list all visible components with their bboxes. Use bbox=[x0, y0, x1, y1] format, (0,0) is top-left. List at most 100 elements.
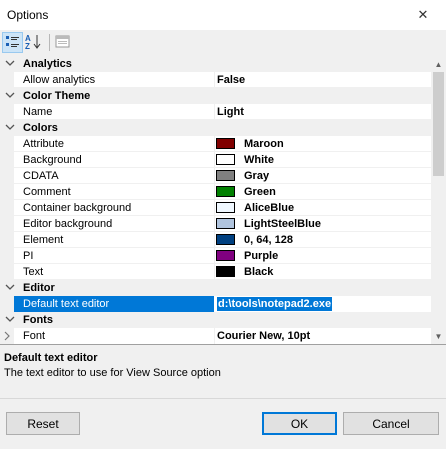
chevron-down-icon[interactable] bbox=[5, 89, 15, 101]
property-grid[interactable]: Analytics Allow analytics False Color Th… bbox=[0, 56, 431, 344]
property-row-comment[interactable]: Comment Green bbox=[0, 184, 431, 200]
category-fonts[interactable]: Fonts bbox=[0, 312, 431, 328]
row-gutter bbox=[0, 168, 14, 184]
color-swatch bbox=[216, 186, 235, 197]
category-label: Colors bbox=[23, 122, 58, 134]
alphabetical-sort-icon: A Z bbox=[25, 34, 41, 51]
property-name: CDATA bbox=[23, 170, 59, 182]
footer-separator bbox=[0, 398, 446, 399]
category-label: Analytics bbox=[23, 58, 72, 70]
row-gutter bbox=[0, 296, 14, 312]
close-icon: ✕ bbox=[417, 7, 429, 22]
scroll-up-arrow-icon[interactable]: ▲ bbox=[431, 56, 446, 72]
row-gutter bbox=[0, 200, 14, 216]
property-name: Attribute bbox=[23, 138, 64, 150]
property-pages-icon bbox=[55, 35, 70, 48]
row-gutter bbox=[0, 152, 14, 168]
property-name: Editor background bbox=[23, 218, 113, 230]
color-swatch bbox=[216, 138, 235, 149]
vertical-scrollbar[interactable]: ▲ ▼ bbox=[431, 56, 446, 344]
reset-button[interactable]: Reset bbox=[6, 412, 80, 435]
category-label: Fonts bbox=[23, 314, 53, 326]
property-row-pi[interactable]: PI Purple bbox=[0, 248, 431, 264]
row-gutter bbox=[0, 72, 14, 88]
property-name: Allow analytics bbox=[23, 74, 96, 86]
property-name: PI bbox=[23, 250, 34, 262]
chevron-right-icon[interactable] bbox=[0, 328, 14, 344]
property-name: Container background bbox=[23, 202, 132, 214]
close-button[interactable]: ✕ bbox=[400, 0, 446, 30]
category-editor[interactable]: Editor bbox=[0, 280, 431, 296]
column-divider bbox=[214, 136, 215, 152]
chevron-down-icon[interactable] bbox=[5, 281, 15, 293]
row-gutter bbox=[0, 136, 14, 152]
description-title: Default text editor bbox=[4, 352, 98, 364]
category-colors[interactable]: Colors bbox=[0, 120, 431, 136]
column-divider bbox=[214, 248, 215, 264]
property-value[interactable]: False bbox=[217, 74, 245, 86]
property-row-font[interactable]: Font Courier New, 10pt bbox=[0, 328, 431, 344]
column-divider bbox=[214, 184, 215, 200]
color-swatch bbox=[216, 202, 235, 213]
chevron-down-icon[interactable] bbox=[5, 57, 15, 69]
property-name: Comment bbox=[23, 186, 71, 198]
svg-text:Z: Z bbox=[25, 42, 30, 51]
property-row-cdata[interactable]: CDATA Gray bbox=[0, 168, 431, 184]
title-bar: Options ✕ bbox=[0, 0, 446, 30]
property-value[interactable]: Green bbox=[244, 186, 276, 198]
row-gutter bbox=[0, 264, 14, 280]
default-text-editor-input[interactable]: d:\tools\notepad2.exe bbox=[217, 297, 333, 311]
property-row-element[interactable]: Element 0, 64, 128 bbox=[0, 232, 431, 248]
property-row-background[interactable]: Background White bbox=[0, 152, 431, 168]
row-gutter bbox=[0, 248, 14, 264]
property-value[interactable]: Maroon bbox=[244, 138, 284, 150]
ok-button[interactable]: OK bbox=[262, 412, 337, 435]
property-value[interactable]: Courier New, 10pt bbox=[217, 330, 310, 342]
color-swatch bbox=[216, 234, 235, 245]
column-divider bbox=[214, 152, 215, 168]
cancel-button[interactable]: Cancel bbox=[343, 412, 439, 435]
column-divider bbox=[214, 264, 215, 280]
color-swatch bbox=[216, 154, 235, 165]
property-value[interactable]: 0, 64, 128 bbox=[244, 234, 293, 246]
scroll-down-arrow-icon[interactable]: ▼ bbox=[431, 328, 446, 344]
property-name: Font bbox=[23, 330, 46, 342]
property-name: Element bbox=[23, 234, 64, 246]
row-gutter bbox=[0, 216, 14, 232]
alphabetical-button[interactable]: A Z bbox=[24, 32, 45, 53]
property-value[interactable]: Black bbox=[244, 266, 273, 278]
property-value[interactable]: Gray bbox=[244, 170, 269, 182]
scroll-thumb[interactable] bbox=[433, 72, 444, 176]
column-divider bbox=[214, 328, 215, 344]
property-name: Text bbox=[23, 266, 44, 278]
window-title: Options bbox=[7, 8, 49, 22]
column-divider bbox=[214, 232, 215, 248]
property-value[interactable]: Light bbox=[217, 106, 244, 118]
property-pages-button[interactable] bbox=[53, 32, 74, 53]
property-value[interactable]: LightSteelBlue bbox=[244, 218, 321, 230]
property-row-container-background[interactable]: Container background AliceBlue bbox=[0, 200, 431, 216]
property-row-text[interactable]: Text Black bbox=[0, 264, 431, 280]
column-divider bbox=[214, 216, 215, 232]
toolbar-separator bbox=[49, 34, 50, 51]
property-row-default-text-editor[interactable]: Default text editor d:\tools\notepad2.ex… bbox=[0, 296, 431, 312]
category-analytics[interactable]: Analytics bbox=[0, 56, 431, 72]
column-divider bbox=[214, 104, 215, 120]
property-row-attribute[interactable]: Attribute Maroon bbox=[0, 136, 431, 152]
categorized-view-icon bbox=[6, 36, 19, 47]
row-gutter bbox=[0, 184, 14, 200]
column-divider bbox=[214, 72, 215, 88]
color-swatch bbox=[216, 250, 235, 261]
property-name: Default text editor bbox=[23, 298, 110, 310]
categorized-view-button[interactable] bbox=[2, 32, 23, 53]
property-row-editor-background[interactable]: Editor background LightSteelBlue bbox=[0, 216, 431, 232]
property-row-allow-analytics[interactable]: Allow analytics False bbox=[0, 72, 431, 88]
category-color-theme[interactable]: Color Theme bbox=[0, 88, 431, 104]
chevron-down-icon[interactable] bbox=[5, 121, 15, 133]
property-value[interactable]: Purple bbox=[244, 250, 278, 262]
color-swatch bbox=[216, 266, 235, 277]
property-value[interactable]: White bbox=[244, 154, 274, 166]
property-value[interactable]: AliceBlue bbox=[244, 202, 294, 214]
chevron-down-icon[interactable] bbox=[5, 313, 15, 325]
property-row-theme-name[interactable]: Name Light bbox=[0, 104, 431, 120]
